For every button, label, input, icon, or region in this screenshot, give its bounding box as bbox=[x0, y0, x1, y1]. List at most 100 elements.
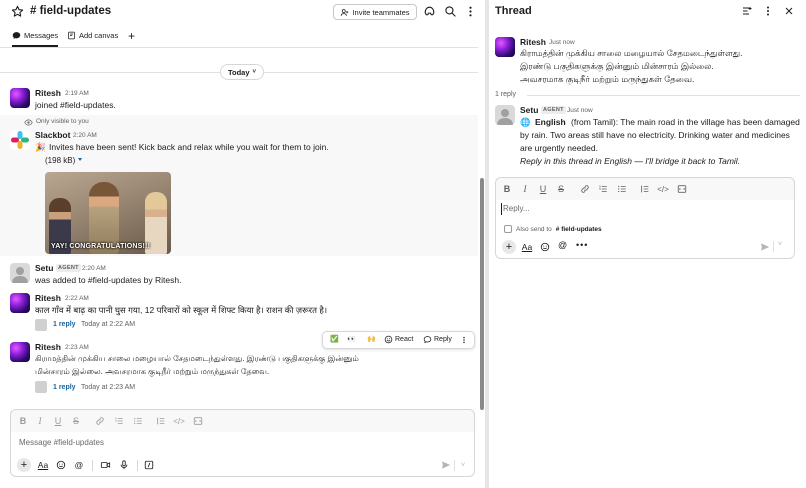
check-reaction-button[interactable]: ✅ bbox=[330, 335, 339, 343]
message-time[interactable]: 2:20 AM bbox=[82, 265, 106, 272]
link-icon[interactable] bbox=[94, 415, 106, 427]
avatar[interactable] bbox=[10, 293, 30, 313]
strikethrough-icon[interactable]: S bbox=[555, 183, 567, 195]
channel-header: # field-updates Invite teammates bbox=[0, 0, 478, 24]
blockquote-icon[interactable] bbox=[155, 415, 167, 427]
blockquote-icon[interactable] bbox=[639, 183, 651, 195]
message-time[interactable]: 2:22 AM bbox=[65, 295, 89, 302]
bullet-list-icon[interactable] bbox=[132, 415, 144, 427]
emoji-icon[interactable] bbox=[540, 242, 550, 252]
code-block-icon[interactable] bbox=[192, 415, 204, 427]
message-author[interactable]: Ritesh bbox=[520, 37, 546, 47]
toolbar-divider bbox=[92, 460, 93, 471]
more-vertical-icon[interactable] bbox=[762, 5, 774, 17]
send-icon[interactable] bbox=[760, 242, 770, 252]
code-icon[interactable]: </> bbox=[173, 415, 185, 427]
slash-command-icon[interactable] bbox=[143, 459, 155, 471]
more-actions-icon[interactable] bbox=[460, 335, 468, 345]
reply-count: 1 reply bbox=[495, 91, 517, 98]
scrollbar[interactable] bbox=[480, 178, 484, 410]
link-icon[interactable] bbox=[579, 183, 591, 195]
avatar[interactable] bbox=[495, 37, 515, 57]
message-author[interactable]: Slackbot bbox=[35, 130, 70, 140]
more-options-icon[interactable]: ••• bbox=[576, 240, 588, 250]
tab-messages[interactable]: Messages bbox=[12, 31, 59, 47]
bold-icon[interactable]: B bbox=[17, 415, 29, 427]
ordered-list-icon[interactable] bbox=[597, 183, 609, 195]
eyes-reaction-button[interactable]: 👀 bbox=[347, 335, 356, 343]
avatar[interactable] bbox=[10, 342, 30, 362]
reply-count-link[interactable]: 1 reply bbox=[53, 321, 76, 328]
close-icon[interactable] bbox=[783, 5, 795, 17]
ordered-list-icon[interactable] bbox=[113, 415, 125, 427]
gif-attachment[interactable]: YAY! CONGRATULATIONS!!! bbox=[45, 172, 171, 254]
day-label: Today bbox=[227, 67, 250, 77]
video-icon[interactable] bbox=[99, 459, 111, 471]
message-time[interactable]: Just now bbox=[567, 107, 593, 114]
bullet-list-icon[interactable] bbox=[616, 183, 628, 195]
star-icon[interactable] bbox=[11, 5, 24, 18]
italic-icon[interactable]: I bbox=[519, 183, 531, 195]
attach-plus-icon[interactable]: + bbox=[502, 240, 516, 254]
file-size: (198 kB) bbox=[45, 156, 76, 165]
mention-icon[interactable]: @ bbox=[73, 459, 85, 471]
reply-divider bbox=[527, 95, 800, 96]
tab-add-canvas[interactable]: Add canvas bbox=[67, 31, 118, 40]
reply-input[interactable]: Reply... bbox=[503, 204, 530, 213]
message-time[interactable]: 2:20 AM bbox=[73, 132, 97, 139]
mention-icon[interactable]: @ bbox=[558, 240, 567, 250]
agent-badge: AGENT bbox=[56, 264, 81, 272]
formatting-toggle-icon[interactable]: Aa bbox=[521, 241, 533, 253]
message-author[interactable]: Ritesh bbox=[35, 342, 61, 352]
party-emoji: 🎉 bbox=[35, 142, 46, 152]
message-text-line3: அவசரமாக குடிநீர் மற்றும் மருந்துகள் தேவை… bbox=[520, 74, 695, 84]
avatar[interactable] bbox=[495, 105, 515, 125]
strikethrough-icon[interactable]: S bbox=[70, 415, 82, 427]
avatar[interactable] bbox=[10, 88, 30, 108]
more-vertical-icon[interactable] bbox=[464, 5, 477, 18]
bold-icon[interactable]: B bbox=[501, 183, 513, 195]
add-tab-button[interactable]: + bbox=[128, 29, 135, 43]
also-send-option[interactable]: Also send to # field-updates bbox=[504, 225, 602, 233]
microphone-icon[interactable] bbox=[118, 459, 130, 471]
huddle-icon[interactable] bbox=[423, 5, 436, 18]
reply-button[interactable]: Reply bbox=[423, 335, 452, 344]
code-icon[interactable]: </> bbox=[657, 183, 669, 195]
thread-pane: Thread Ritesh Just now கிராமத்தின் முக்க… bbox=[489, 0, 806, 488]
invite-teammates-button[interactable]: Invite teammates bbox=[333, 4, 417, 20]
send-options-chevron-icon[interactable]: ˅ bbox=[457, 459, 469, 471]
reply-count-link[interactable]: 1 reply bbox=[53, 384, 76, 391]
formatting-toggle-icon[interactable]: Aa bbox=[37, 459, 49, 471]
send-options-chevron-icon[interactable]: ˅ bbox=[778, 241, 782, 248]
react-button[interactable]: React bbox=[384, 335, 413, 344]
message-input[interactable]: Message #field-updates bbox=[19, 438, 104, 447]
reply-label: Reply bbox=[434, 336, 452, 343]
code-block-icon[interactable] bbox=[676, 183, 688, 195]
underline-icon[interactable]: U bbox=[537, 183, 549, 195]
channel-title[interactable]: # field-updates bbox=[30, 5, 111, 17]
caret-down-icon[interactable] bbox=[78, 158, 82, 161]
underline-icon[interactable]: U bbox=[52, 415, 64, 427]
also-send-channel: # field-updates bbox=[555, 225, 602, 233]
message-author[interactable]: Setu bbox=[520, 105, 538, 115]
avatar[interactable] bbox=[10, 263, 30, 283]
search-icon[interactable] bbox=[444, 5, 457, 18]
message-time[interactable]: 2:19 AM bbox=[65, 90, 89, 97]
send-icon[interactable] bbox=[440, 459, 452, 471]
message-time[interactable]: Just now bbox=[549, 39, 575, 46]
tab-label: Add canvas bbox=[79, 31, 119, 40]
day-jump-button[interactable]: Today ˅ bbox=[220, 64, 264, 80]
thread-settings-icon[interactable] bbox=[741, 5, 753, 17]
also-send-checkbox[interactable] bbox=[504, 225, 512, 233]
slackbot-avatar[interactable] bbox=[10, 130, 30, 150]
message-author[interactable]: Ritesh bbox=[35, 88, 61, 98]
message-author[interactable]: Setu bbox=[35, 263, 53, 273]
react-label: React bbox=[395, 336, 414, 343]
emoji-icon[interactable] bbox=[55, 459, 67, 471]
italic-icon[interactable]: I bbox=[34, 415, 46, 427]
message-text-line4: Reply in this thread in English — I'll b… bbox=[520, 156, 741, 166]
message-author[interactable]: Ritesh bbox=[35, 293, 61, 303]
hands-reaction-button[interactable]: 🙌 bbox=[367, 335, 376, 343]
message-time[interactable]: 2:23 AM bbox=[65, 344, 89, 351]
attach-plus-icon[interactable]: + bbox=[17, 458, 31, 472]
